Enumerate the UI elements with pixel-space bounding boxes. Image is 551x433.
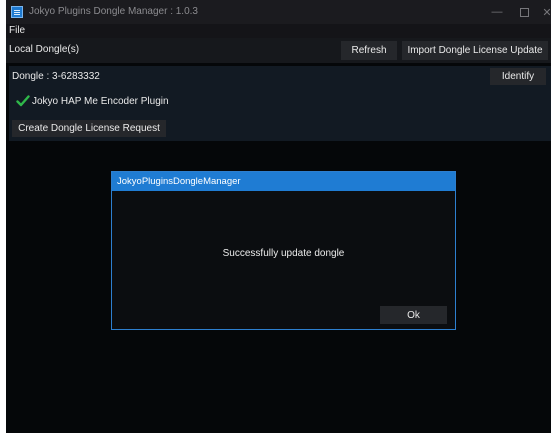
maximize-icon (519, 7, 529, 17)
app-icon (11, 6, 23, 18)
dongle-panel: Dongle : 3-6283332 Identify Jokyo HAP Me… (9, 66, 551, 141)
local-dongles-label: Local Dongle(s) (9, 44, 80, 55)
message-dialog: JokyoPluginsDongleManager Successfully u… (111, 171, 456, 330)
app-window: Jokyo Plugins Dongle Manager : 1.0.3 — ✕… (6, 0, 551, 433)
plugin-name: Jokyo HAP Me Encoder Plugin (32, 96, 169, 107)
dialog-message: Successfully update dongle (222, 248, 345, 259)
window-title: Jokyo Plugins Dongle Manager : 1.0.3 (29, 6, 198, 17)
close-button[interactable]: ✕ (529, 0, 551, 24)
close-icon: ✕ (542, 6, 551, 19)
import-dongle-license-update-button[interactable]: Import Dongle License Update (402, 41, 548, 60)
menu-file[interactable]: File (9, 25, 25, 36)
toolbar: Local Dongle(s) Refresh Import Dongle Li… (6, 38, 551, 63)
ok-button[interactable]: Ok (380, 306, 447, 324)
refresh-button[interactable]: Refresh (341, 41, 397, 60)
dialog-title-bar[interactable]: JokyoPluginsDongleManager (112, 172, 455, 191)
dialog-title: JokyoPluginsDongleManager (117, 176, 241, 187)
create-dongle-license-request-button[interactable]: Create Dongle License Request (12, 120, 166, 137)
title-bar[interactable]: Jokyo Plugins Dongle Manager : 1.0.3 — ✕ (6, 0, 551, 24)
minimize-icon: — (491, 6, 503, 18)
menu-bar: File (6, 24, 551, 38)
dongle-id-label: Dongle : 3-6283332 (12, 71, 100, 82)
identify-button[interactable]: Identify (490, 68, 546, 85)
check-icon (16, 95, 30, 107)
